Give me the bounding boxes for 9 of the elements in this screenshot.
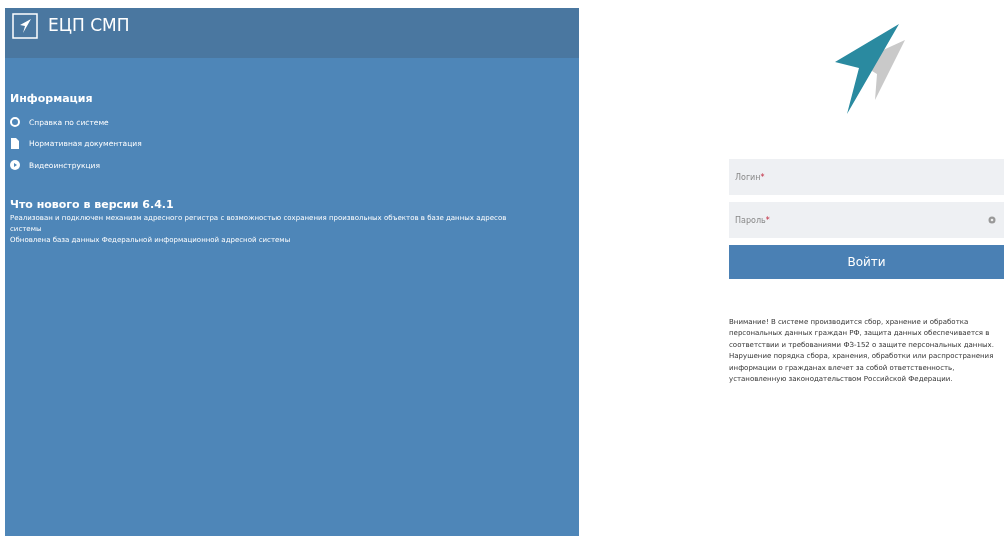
- login-field[interactable]: Логин*: [729, 159, 1004, 195]
- section-title: Что нового в версии 6.4.1: [10, 198, 175, 211]
- app-title: ЕЦП СМП: [48, 14, 130, 37]
- play-icon: [10, 160, 20, 170]
- section-title: Информация: [10, 92, 94, 105]
- document-icon: [10, 138, 20, 149]
- logo-icon: [12, 13, 38, 39]
- login-button[interactable]: Войти: [729, 245, 1004, 279]
- password-field[interactable]: Пароль*: [729, 202, 1004, 238]
